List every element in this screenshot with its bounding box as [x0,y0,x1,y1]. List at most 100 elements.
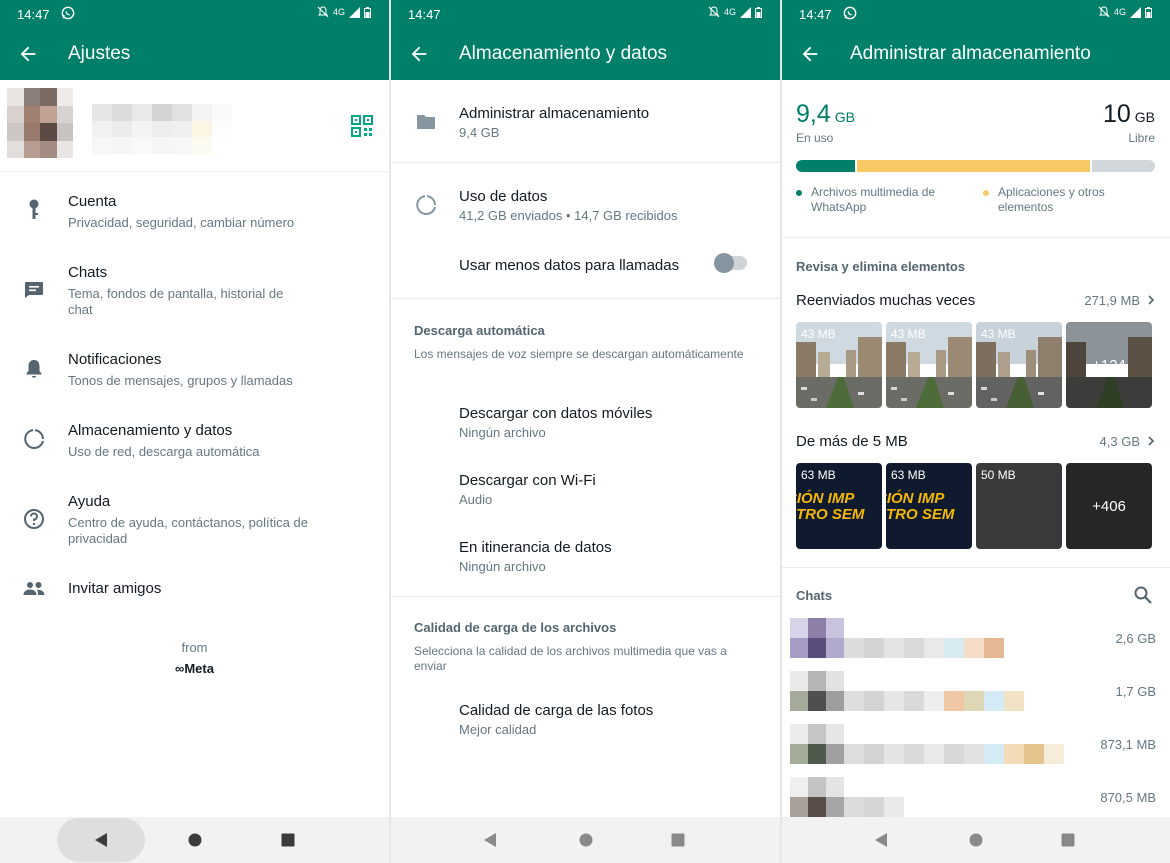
download-mobile-item[interactable]: Descargar con datos móviles Ningún archi… [391,400,780,446]
forwarded-size: 271,9 MB [1084,293,1140,308]
nav-recents-button[interactable] [277,817,299,863]
thumb-text: CIÓN IMP STRO SEM [886,490,955,523]
nav-back-icon [875,833,887,847]
chat-size: 1,7 GB [1115,684,1156,699]
settings-item-label: Cuenta [68,193,117,210]
help-icon [22,507,46,531]
nav-home-button[interactable] [575,817,597,863]
download-wifi-sub: Audio [459,492,493,507]
free-storage: 10 GB [1103,100,1155,129]
signal-icon [1130,6,1141,18]
bar-segment-free [1092,160,1155,172]
media-thumbnail-more[interactable]: +124 [1066,322,1152,408]
thumb-size: 43 MB [891,327,926,341]
settings-item-sub: Tema, fondos de pantalla, historial de c… [68,286,284,317]
settings-item-label: Almacenamiento y datos [68,422,233,439]
mute-icon [317,6,329,18]
network-type: 4G [1113,7,1126,17]
photo-upload-quality-sub: Mejor calidad [459,722,537,737]
chat-storage-row[interactable]: 873,1 MB [782,724,1170,764]
nav-home-icon [579,833,593,847]
profile-row[interactable] [0,80,389,172]
nav-home-button[interactable] [184,817,206,863]
legend-dot [796,190,802,196]
status-time: 14:47 [17,7,50,22]
nav-back-button[interactable] [870,817,892,863]
divider [391,596,780,597]
nav-recents-icon [281,833,295,847]
media-thumbnail-more[interactable]: +406 [1066,463,1152,549]
settings-item-help[interactable]: Ayuda Centro de ayuda, contáctanos, polí… [0,491,389,553]
nav-back-button[interactable] [479,817,501,863]
download-mobile-label: Descargar con datos móviles [459,405,653,422]
section-title-upload-quality: Calidad de carga de los archivos [414,620,617,635]
legend-label: Archivos multimedia de WhatsApp [811,185,936,214]
storage-data-screen: 14:47 4G Almacenamiento y datos Administ… [391,0,780,863]
settings-item-sub: Tonos de mensajes, grupos y llamadas [68,373,293,388]
data-usage-icon [416,195,436,216]
back-arrow-icon[interactable] [17,43,39,65]
media-thumbnail[interactable]: 50 MB [976,463,1062,549]
used-label: En uso [796,131,834,145]
nav-home-button[interactable] [965,817,987,863]
nav-back-button[interactable] [90,817,112,863]
media-thumbnail[interactable]: CIÓN IMP STRO SEM 63 MB [796,463,882,549]
chat-icon [22,278,46,302]
page-title: Almacenamiento y datos [459,43,668,64]
section-desc-auto-download: Los mensajes de voz siempre se descargan… [414,347,744,361]
nav-home-icon [969,833,983,847]
data-usage-item[interactable]: Uso de datos 41,2 GB enviados • 14,7 GB … [391,183,780,233]
status-bar: 14:47 4G [782,0,1170,28]
settings-item-notifications[interactable]: Notificaciones Tonos de mensajes, grupos… [0,348,389,398]
data-usage-sub: 41,2 GB enviados • 14,7 GB recibidos [459,208,678,223]
manage-storage-item[interactable]: Administrar almacenamiento 9,4 GB [391,100,780,150]
media-thumbnail[interactable]: 43 MB [796,322,882,408]
settings-item-label: Chats [68,264,108,281]
status-bar: 14:47 4G [0,0,389,28]
legend-label: Aplicaciones y otros elementos [998,185,1105,214]
less-data-calls-toggle[interactable] [714,253,747,273]
nav-recents-icon [671,833,685,847]
media-thumbnail[interactable]: CIÓN IMP STRO SEM 63 MB [886,463,972,549]
thumb-text: CIÓN IMP STRO SEM [796,490,865,523]
meta-logo: ∞Meta [175,661,214,676]
back-arrow-icon[interactable] [408,43,430,65]
chat-storage-row[interactable]: 870,5 MB [782,777,1170,817]
settings-item-invite[interactable]: Invitar amigos [0,575,389,605]
chat-storage-row[interactable]: 2,6 GB [782,618,1170,658]
avatar-blurred [790,671,1024,711]
data-usage-label: Uso de datos [459,188,548,205]
nav-recents-icon [1061,833,1075,847]
status-time: 14:47 [799,7,832,22]
nav-recents-button[interactable] [667,817,689,863]
media-thumbnail[interactable]: 43 MB [886,322,972,408]
qr-code-icon[interactable] [351,115,373,137]
media-thumbnail[interactable]: 43 MB [976,322,1062,408]
settings-item-storage[interactable]: Almacenamiento y datos Uso de red, desca… [0,419,389,469]
system-icons: 4G [708,6,762,18]
chat-storage-row[interactable]: 1,7 GB [782,671,1170,711]
download-wifi-item[interactable]: Descargar con Wi-Fi Audio [391,467,780,513]
chevron-right-icon[interactable] [1146,295,1156,305]
photo-upload-quality-item[interactable]: Calidad de carga de las fotos Mejor cali… [391,697,780,743]
chevron-right-icon[interactable] [1146,436,1156,446]
settings-item-label: Ayuda [68,493,111,510]
back-arrow-icon[interactable] [799,43,821,65]
divider [391,298,780,299]
settings-item-account[interactable]: Cuenta Privacidad, seguridad, cambiar nú… [0,190,389,250]
nav-recents-button[interactable] [1057,817,1079,863]
large-files-title[interactable]: De más de 5 MB [796,433,908,450]
manage-storage-label: Administrar almacenamiento [459,105,650,122]
bar-segment-apps [857,160,1090,172]
download-roaming-sub: Ningún archivo [459,559,546,574]
forwarded-title[interactable]: Reenviados muchas veces [796,292,975,309]
photo-upload-quality-label: Calidad de carga de las fotos [459,702,654,719]
download-roaming-item[interactable]: En itinerancia de datos Ningún archivo [391,534,780,580]
used-value: 9,4 [796,100,831,128]
search-icon[interactable] [1133,585,1153,605]
settings-item-chats[interactable]: Chats Tema, fondos de pantalla, historia… [0,262,389,324]
less-data-calls-label: Usar menos datos para llamadas [459,257,680,274]
settings-item-label: Invitar amigos [68,580,162,597]
section-title-auto-download: Descarga automática [414,323,545,338]
chat-size: 873,1 MB [1100,737,1156,752]
